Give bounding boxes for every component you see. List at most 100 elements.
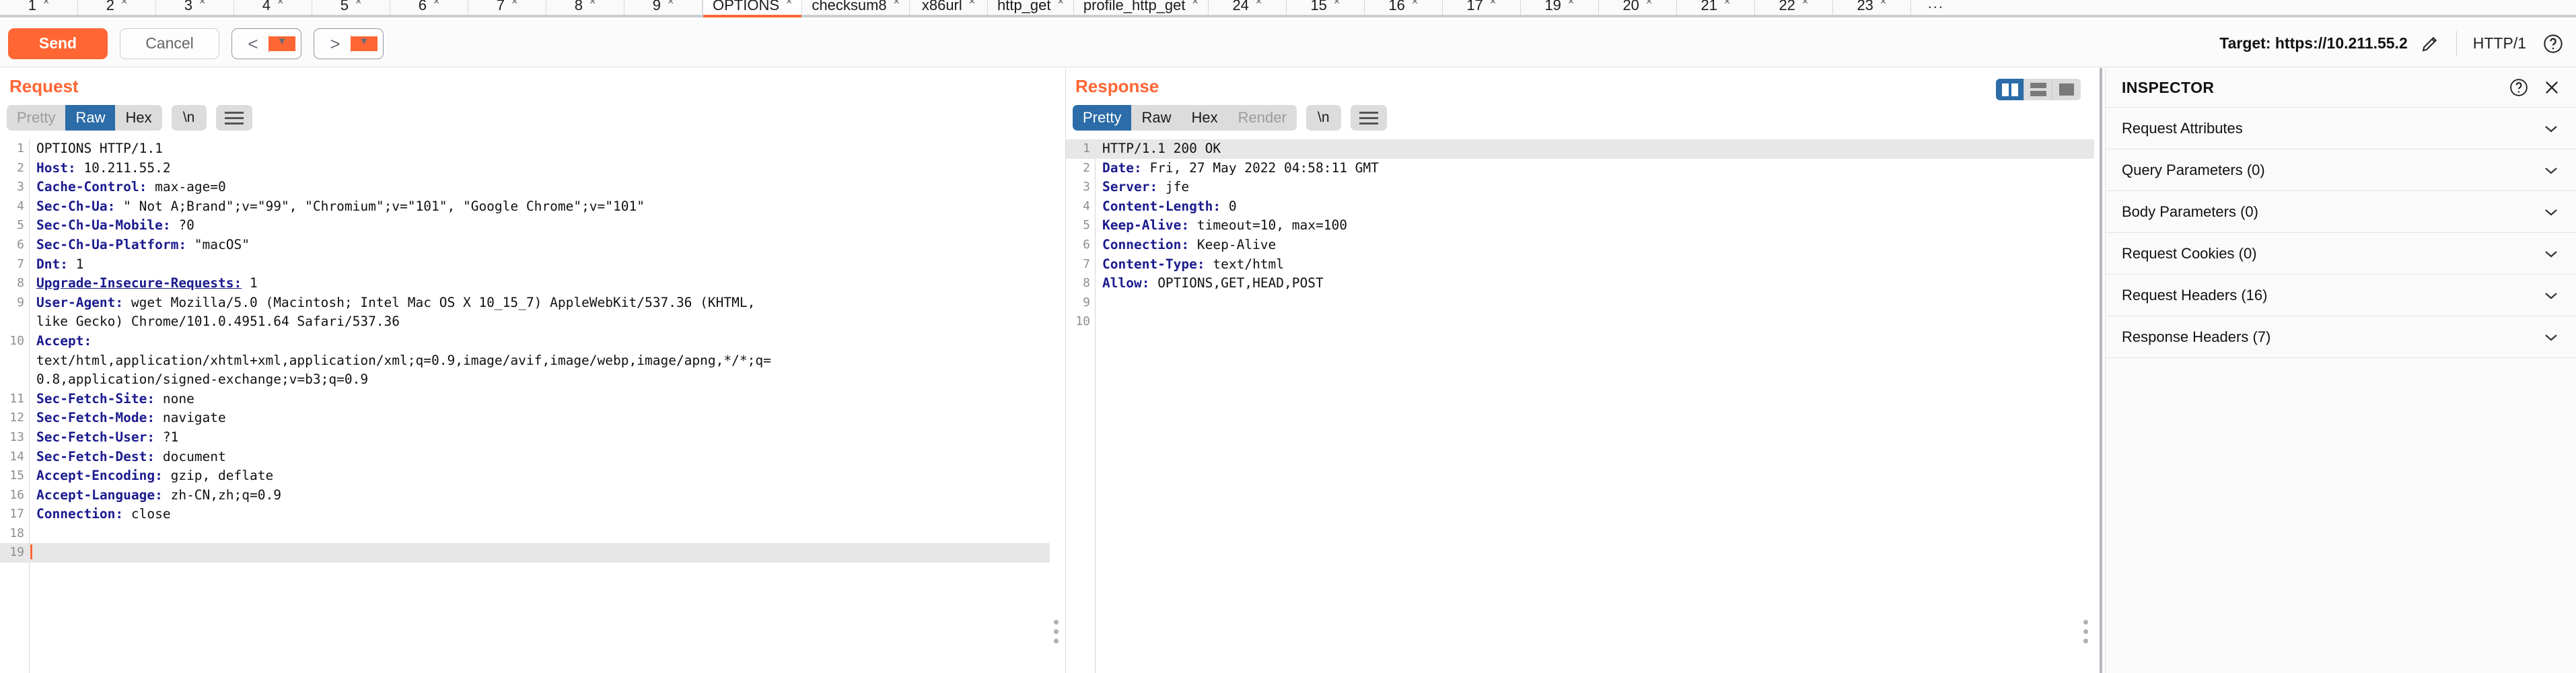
back-history-button[interactable]: < ▼ <box>231 28 301 59</box>
tab-close-icon[interactable]: × <box>1334 0 1340 7</box>
tab-close-icon[interactable]: × <box>121 0 127 7</box>
response-tab-pretty[interactable]: Pretty <box>1073 105 1132 131</box>
repeater-tab-3[interactable]: 3 × <box>156 0 234 15</box>
tab-close-icon[interactable]: × <box>786 0 792 7</box>
tab-close-icon[interactable]: × <box>43 0 49 7</box>
editor-line[interactable]: 4 Sec-Ch-Ua: " Not A;Brand";v="99", "Chro… <box>0 197 1050 217</box>
response-tab-raw[interactable]: Raw <box>1131 105 1181 131</box>
repeater-tab-16[interactable]: 16 × <box>1364 0 1443 15</box>
tab-close-icon[interactable]: × <box>511 0 517 7</box>
repeater-tab-4[interactable]: 4 × <box>234 0 312 15</box>
tab-close-icon[interactable]: × <box>969 0 975 7</box>
repeater-tab-19[interactable]: 19 × <box>1520 0 1599 15</box>
response-tab-render[interactable]: Render <box>1228 105 1297 131</box>
editor-line[interactable]: 17 Connection: close <box>0 505 1050 524</box>
editor-line[interactable]: 14 Sec-Fetch-Dest: document <box>0 448 1050 467</box>
repeater-tab-profile_http_get[interactable]: profile_http_get × <box>1073 0 1209 15</box>
request-tab-pretty[interactable]: Pretty <box>7 105 65 131</box>
inspector-sections[interactable]: Request Attributes Query Parameters (0) Bo… <box>2106 107 2576 358</box>
editor-line[interactable]: 8 Allow: OPTIONS,GET,HEAD,POST <box>1066 274 2094 293</box>
request-response-splitter[interactable] <box>1050 68 1066 673</box>
request-menu-button[interactable] <box>215 105 252 131</box>
request-format-segmented-control[interactable]: Pretty Raw Hex <box>7 105 162 131</box>
tab-close-icon[interactable]: × <box>1192 0 1198 7</box>
chevron-down-icon[interactable]: ▼ <box>351 36 378 51</box>
editor-line[interactable]: 9 <box>1066 293 2094 313</box>
tab-close-icon[interactable]: × <box>1724 0 1730 7</box>
inspector-section-request-attributes[interactable]: Request Attributes <box>2106 107 2576 149</box>
chevron-down-icon[interactable] <box>2542 165 2560 176</box>
request-tab-hex[interactable]: Hex <box>115 105 162 131</box>
inspector-section-request-cookies[interactable]: Request Cookies (0) <box>2106 232 2576 274</box>
editor-line[interactable]: 10 <box>1066 312 2094 332</box>
repeater-tab-21[interactable]: 21 × <box>1676 0 1755 15</box>
splitter-drag-handle[interactable] <box>1054 620 1059 643</box>
repeater-tab-7[interactable]: 7 × <box>468 0 546 15</box>
cancel-button[interactable]: Cancel <box>120 28 219 59</box>
repeater-tab-15[interactable]: 15 × <box>1286 0 1365 15</box>
close-icon[interactable] <box>2542 78 2561 97</box>
repeater-tab-8[interactable]: 8 × <box>546 0 624 15</box>
response-menu-button[interactable] <box>1350 105 1387 131</box>
repeater-tab-23[interactable]: 23 × <box>1832 0 1911 15</box>
response-format-segmented-control[interactable]: Pretty Raw Hex Render <box>1073 105 1297 131</box>
tab-close-icon[interactable]: × <box>277 0 283 7</box>
question-circle-icon[interactable] <box>2509 77 2529 98</box>
question-circle-icon[interactable] <box>2542 33 2564 55</box>
request-newline-button[interactable]: \n <box>171 105 207 131</box>
send-button[interactable]: Send <box>8 28 108 59</box>
chevron-down-icon[interactable] <box>2542 332 2560 343</box>
side-by-side-layout-button[interactable] <box>1996 79 2024 100</box>
tab-close-icon[interactable]: × <box>1256 0 1262 7</box>
tab-close-icon[interactable]: × <box>1490 0 1496 7</box>
tab-close-icon[interactable]: × <box>1646 0 1652 7</box>
repeater-tab-22[interactable]: 22 × <box>1754 0 1833 15</box>
layout-toggle-group[interactable] <box>1996 79 2081 100</box>
repeater-tab-x86url[interactable]: x86url × <box>909 0 988 15</box>
response-newline-button[interactable]: \n <box>1305 105 1341 131</box>
editor-line[interactable]: 13 Sec-Fetch-User: ?1 <box>0 428 1050 448</box>
editor-line[interactable]: 10 Accept: <box>0 332 1050 351</box>
editor-line[interactable]: 11 Sec-Fetch-Site: none <box>0 390 1050 409</box>
tab-close-icon[interactable]: × <box>894 0 900 7</box>
repeater-tab-bar[interactable]: 1 × 2 × 3 × 4 × 5 × 6 × 7 × 8 × 9 × OPTIONS × checksum8 × x86u… <box>0 0 2576 17</box>
editor-line[interactable]: 5 Keep-Alive: timeout=10, max=100 <box>1066 216 2094 236</box>
chevron-down-icon[interactable] <box>2542 290 2560 301</box>
editor-line[interactable]: 6 Sec-Ch-Ua-Platform: "macOS" <box>0 236 1050 255</box>
repeater-tab-17[interactable]: 17 × <box>1442 0 1521 15</box>
repeater-tab-9[interactable]: 9 × <box>624 0 703 15</box>
editor-line[interactable]: text/html,application/xhtml+xml,applicat… <box>0 351 1050 371</box>
chevron-down-icon[interactable] <box>2542 248 2560 259</box>
repeater-tab-5[interactable]: 5 × <box>312 0 390 15</box>
editor-line[interactable]: 4 Content-Length: 0 <box>1066 197 2094 217</box>
pencil-icon[interactable] <box>2420 34 2440 54</box>
chevron-down-icon[interactable] <box>2542 207 2560 217</box>
chevron-down-icon[interactable]: ▼ <box>269 36 295 51</box>
request-tab-raw[interactable]: Raw <box>65 105 116 131</box>
editor-line[interactable]: 6 Connection: Keep-Alive <box>1066 236 2094 255</box>
repeater-tab-2[interactable]: 2 × <box>78 0 156 15</box>
repeater-tab-http_get[interactable]: http_get × <box>987 0 1074 15</box>
editor-line[interactable]: 0.8,application/signed-exchange;v=b3;q=0… <box>0 370 1050 390</box>
chevron-down-icon[interactable] <box>2542 123 2560 134</box>
tab-close-icon[interactable]: × <box>1802 0 1808 7</box>
repeater-tab-20[interactable]: 20 × <box>1598 0 1677 15</box>
editor-line[interactable]: 9 User-Agent: wget Mozilla/5.0 (Macintosh… <box>0 293 1050 313</box>
tab-overflow-button[interactable]: ... <box>1910 0 1961 15</box>
splitter-drag-handle[interactable] <box>2083 620 2088 643</box>
repeater-tab-checksum8[interactable]: checksum8 × <box>802 0 910 15</box>
inspector-section-query-parameters[interactable]: Query Parameters (0) <box>2106 149 2576 190</box>
tab-close-icon[interactable]: × <box>668 0 674 7</box>
editor-line[interactable]: 18 <box>0 524 1050 544</box>
editor-line[interactable]: 1 OPTIONS HTTP/1.1 <box>0 139 1050 159</box>
editor-line[interactable]: 2 Host: 10.211.55.2 <box>0 159 1050 178</box>
editor-line[interactable]: 2 Date: Fri, 27 May 2022 04:58:11 GMT <box>1066 159 2094 178</box>
editor-line[interactable]: 3 Cache-Control: max-age=0 <box>0 178 1050 197</box>
editor-line[interactable]: 5 Sec-Ch-Ua-Mobile: ?0 <box>0 216 1050 236</box>
repeater-tab-1[interactable]: 1 × <box>0 0 78 15</box>
editor-line[interactable]: 8 Upgrade-Insecure-Requests: 1 <box>0 274 1050 293</box>
editor-line[interactable]: 7 Dnt: 1 <box>0 255 1050 275</box>
repeater-tab-6[interactable]: 6 × <box>390 0 468 15</box>
response-lines[interactable]: 1 HTTP/1.1 200 OK 2 Date: Fri, 27 May 2022 … <box>1066 139 2094 673</box>
stacked-layout-button[interactable] <box>2024 79 2052 100</box>
